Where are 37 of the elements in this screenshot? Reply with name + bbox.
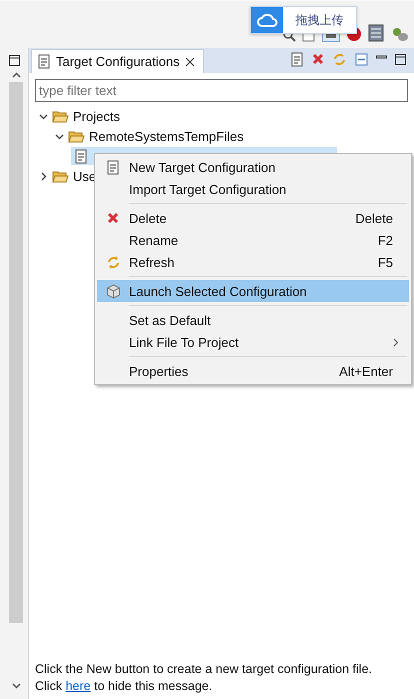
folder-icon xyxy=(52,170,69,182)
menu-item[interactable]: Properties Alt+Enter xyxy=(97,360,409,382)
folder-icon xyxy=(52,110,69,122)
cube-icon xyxy=(106,284,120,298)
refresh-icon xyxy=(106,254,120,270)
tree-item[interactable]: RemoteSystemsTempFiles xyxy=(89,128,244,144)
new-document-icon xyxy=(106,160,120,174)
new-document-icon xyxy=(291,52,304,66)
maximize-icon[interactable] xyxy=(8,55,20,66)
filter-field[interactable]: type filter text xyxy=(35,79,408,102)
delete-icon[interactable] xyxy=(312,53,324,65)
chevron-icon[interactable] xyxy=(39,172,48,180)
tree-item[interactable]: Projects xyxy=(73,108,120,124)
menu-item[interactable]: Link File To Project xyxy=(97,331,409,353)
close-icon[interactable] xyxy=(184,56,195,66)
folder-icon xyxy=(68,130,85,142)
upload-toast[interactable]: 拖拽上传 xyxy=(250,6,357,34)
collapse-all-icon[interactable] xyxy=(355,52,368,66)
chevron-icon[interactable] xyxy=(39,112,48,120)
menu-item[interactable]: Import Target Configuration xyxy=(97,178,409,200)
menu-item[interactable]: Delete Delete xyxy=(97,207,409,229)
menu-item[interactable]: Launch Selected Configuration xyxy=(97,280,409,302)
scrollbar[interactable] xyxy=(8,72,24,689)
menu-item[interactable]: Set as Default xyxy=(97,309,409,331)
delete-icon xyxy=(107,212,119,224)
chevron-icon[interactable] xyxy=(55,132,64,140)
cloud-icon xyxy=(256,12,278,28)
target-config-icon xyxy=(38,54,51,69)
server-icon[interactable] xyxy=(368,24,384,42)
menu-item[interactable]: Rename F2 xyxy=(97,229,409,251)
menu-item[interactable]: New Target Configuration xyxy=(97,156,409,178)
info-message: Click the New button to create a new target configuration file. Click here to hide this message. xyxy=(34,661,373,695)
view-tab[interactable]: Target Configurations xyxy=(31,49,204,73)
document-icon xyxy=(75,148,88,164)
hide-message-link[interactable]: here xyxy=(66,679,91,693)
menu-item[interactable]: Refresh F5 xyxy=(97,251,409,273)
maximize-icon[interactable] xyxy=(395,54,406,64)
